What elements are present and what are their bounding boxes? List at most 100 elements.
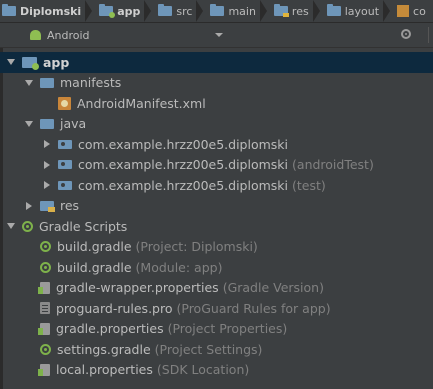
tree-node[interactable]: gradle.properties (Project Properties) <box>0 319 433 340</box>
tree-node-label: AndroidManifest.xml <box>77 95 206 111</box>
folder-icon <box>40 118 54 129</box>
tree-node-label: settings.gradle <box>57 341 151 357</box>
tree-node-label: com.example.hrzz00e5.diplomski <box>78 157 289 173</box>
chevron-down-icon[interactable] <box>6 57 16 67</box>
package-icon <box>58 139 72 149</box>
gradle-icon <box>22 220 33 232</box>
folder-icon <box>210 4 225 16</box>
tree-node[interactable]: AndroidManifest.xml <box>0 93 433 114</box>
chevron-separator-icon <box>312 0 320 22</box>
tree-node[interactable]: build.gradle (Project: Diplomski) <box>0 237 433 258</box>
tree-node[interactable]: com.example.hrzz00e5.diplomski (androidTe… <box>0 155 433 176</box>
tree-node-hint: (Project Settings) <box>154 341 263 357</box>
breadcrumb: Diplomski app src main res layout co <box>0 0 433 23</box>
gear-icon[interactable] <box>401 29 411 39</box>
tree-node-label: app <box>43 54 70 70</box>
res-folder-icon <box>273 4 289 17</box>
tree-node-hint: (test) <box>292 177 326 193</box>
package-icon <box>58 180 72 190</box>
breadcrumb-item-src[interactable]: src <box>156 0 208 22</box>
tree-node[interactable]: manifests <box>0 73 433 94</box>
tree-node[interactable]: proguard-rules.pro (ProGuard Rules for ap… <box>0 298 433 319</box>
tree-node-label: build.gradle <box>57 259 132 275</box>
tree-node-label: gradle.properties <box>56 321 164 337</box>
breadcrumb-item-res[interactable]: res <box>272 0 325 22</box>
tree-node[interactable]: build.gradle (Module: app) <box>0 257 433 278</box>
tree-node[interactable]: com.example.hrzz00e5.diplomski <box>0 134 433 155</box>
tree-node-hint: (androidTest) <box>292 157 374 173</box>
breadcrumb-label: main <box>228 4 256 18</box>
chevron-right-icon[interactable] <box>42 160 52 170</box>
properties-icon <box>38 363 50 376</box>
tree-node[interactable]: res <box>0 196 433 217</box>
manifest-file-icon <box>58 96 71 110</box>
tree-node-hint: (Project: Diplomski) <box>135 239 258 255</box>
gradle-icon <box>40 241 51 253</box>
project-panel-header: Android <box>0 23 433 48</box>
breadcrumb-label: app <box>117 4 141 18</box>
tree-node-hint: (Module: app) <box>135 259 223 275</box>
folder-icon <box>40 77 54 88</box>
breadcrumb-label: co <box>413 4 426 18</box>
tree-node-label: manifests <box>60 75 122 91</box>
tree-node[interactable]: gradle-wrapper.properties (Gradle Version… <box>0 278 433 299</box>
breadcrumb-item-file[interactable]: co <box>395 0 428 22</box>
tree-node[interactable]: app <box>0 52 433 73</box>
tree-node-hint: (Project Properties) <box>167 321 288 337</box>
tree-node-label: local.properties <box>56 362 153 378</box>
view-mode-select[interactable]: Android <box>47 29 90 42</box>
chevron-down-icon[interactable] <box>24 119 34 129</box>
tree-node[interactable]: java <box>0 114 433 135</box>
chevron-separator-icon <box>383 0 391 22</box>
android-icon <box>30 30 41 40</box>
breadcrumb-label: res <box>291 4 309 18</box>
res-folder-icon <box>40 200 55 212</box>
tree-node-label: build.gradle <box>57 239 132 255</box>
divider <box>428 27 429 43</box>
chevron-right-icon[interactable] <box>24 201 34 211</box>
tree-node-hint: (Gradle Version) <box>222 280 324 296</box>
tree-node-label: com.example.hrzz00e5.diplomski <box>78 136 289 152</box>
tree-node[interactable]: settings.gradle (Project Settings) <box>0 339 433 360</box>
project-tree: app manifests AndroidManifest.xml java com.e… <box>0 52 433 380</box>
breadcrumb-item-project[interactable]: Diplomski <box>0 0 97 22</box>
chevron-right-icon[interactable] <box>42 139 52 149</box>
properties-icon <box>38 322 50 335</box>
breadcrumb-item-layout[interactable]: layout <box>325 0 395 22</box>
breadcrumb-label: layout <box>344 4 380 18</box>
folder-icon <box>326 4 341 16</box>
tree-node-label: com.example.hrzz00e5.diplomski <box>78 177 289 193</box>
chevron-down-icon[interactable] <box>24 78 34 88</box>
package-icon <box>58 160 72 170</box>
tree-node-label: gradle-wrapper.properties <box>56 280 219 296</box>
tree-node-hint: (SDK Location) <box>156 362 250 378</box>
tree-node-label: proguard-rules.pro <box>56 300 173 316</box>
properties-icon <box>38 281 50 294</box>
chevron-separator-icon <box>144 0 152 22</box>
app-folder-icon <box>22 56 39 70</box>
tree-node-label: Gradle Scripts <box>39 218 128 234</box>
tree-node-label: java <box>60 116 87 132</box>
proguard-file-icon <box>40 302 50 315</box>
layout-file-icon <box>397 5 410 17</box>
tree-node[interactable]: Gradle Scripts <box>0 216 433 237</box>
tree-node-label: res <box>60 198 80 214</box>
gradle-icon <box>40 343 51 355</box>
chevron-down-icon[interactable] <box>6 221 16 231</box>
project-folder-icon <box>2 4 16 16</box>
chevron-separator-icon <box>196 0 204 22</box>
app-folder-icon <box>99 4 116 18</box>
chevron-separator-icon <box>259 0 267 22</box>
tree-node[interactable]: local.properties (SDK Location) <box>0 360 433 381</box>
breadcrumb-label: src <box>176 4 193 18</box>
breadcrumb-label: Diplomski <box>20 4 82 18</box>
breadcrumb-item-app[interactable]: app <box>97 0 156 22</box>
tree-node-hint: (ProGuard Rules for app) <box>176 300 331 316</box>
chevron-down-icon[interactable] <box>215 33 223 37</box>
chevron-right-icon[interactable] <box>42 180 52 190</box>
tree-node[interactable]: com.example.hrzz00e5.diplomski (test) <box>0 175 433 196</box>
gradle-icon <box>40 261 51 273</box>
breadcrumb-item-main[interactable]: main <box>208 0 271 22</box>
chevron-separator-icon <box>85 0 93 22</box>
folder-icon <box>158 4 173 16</box>
